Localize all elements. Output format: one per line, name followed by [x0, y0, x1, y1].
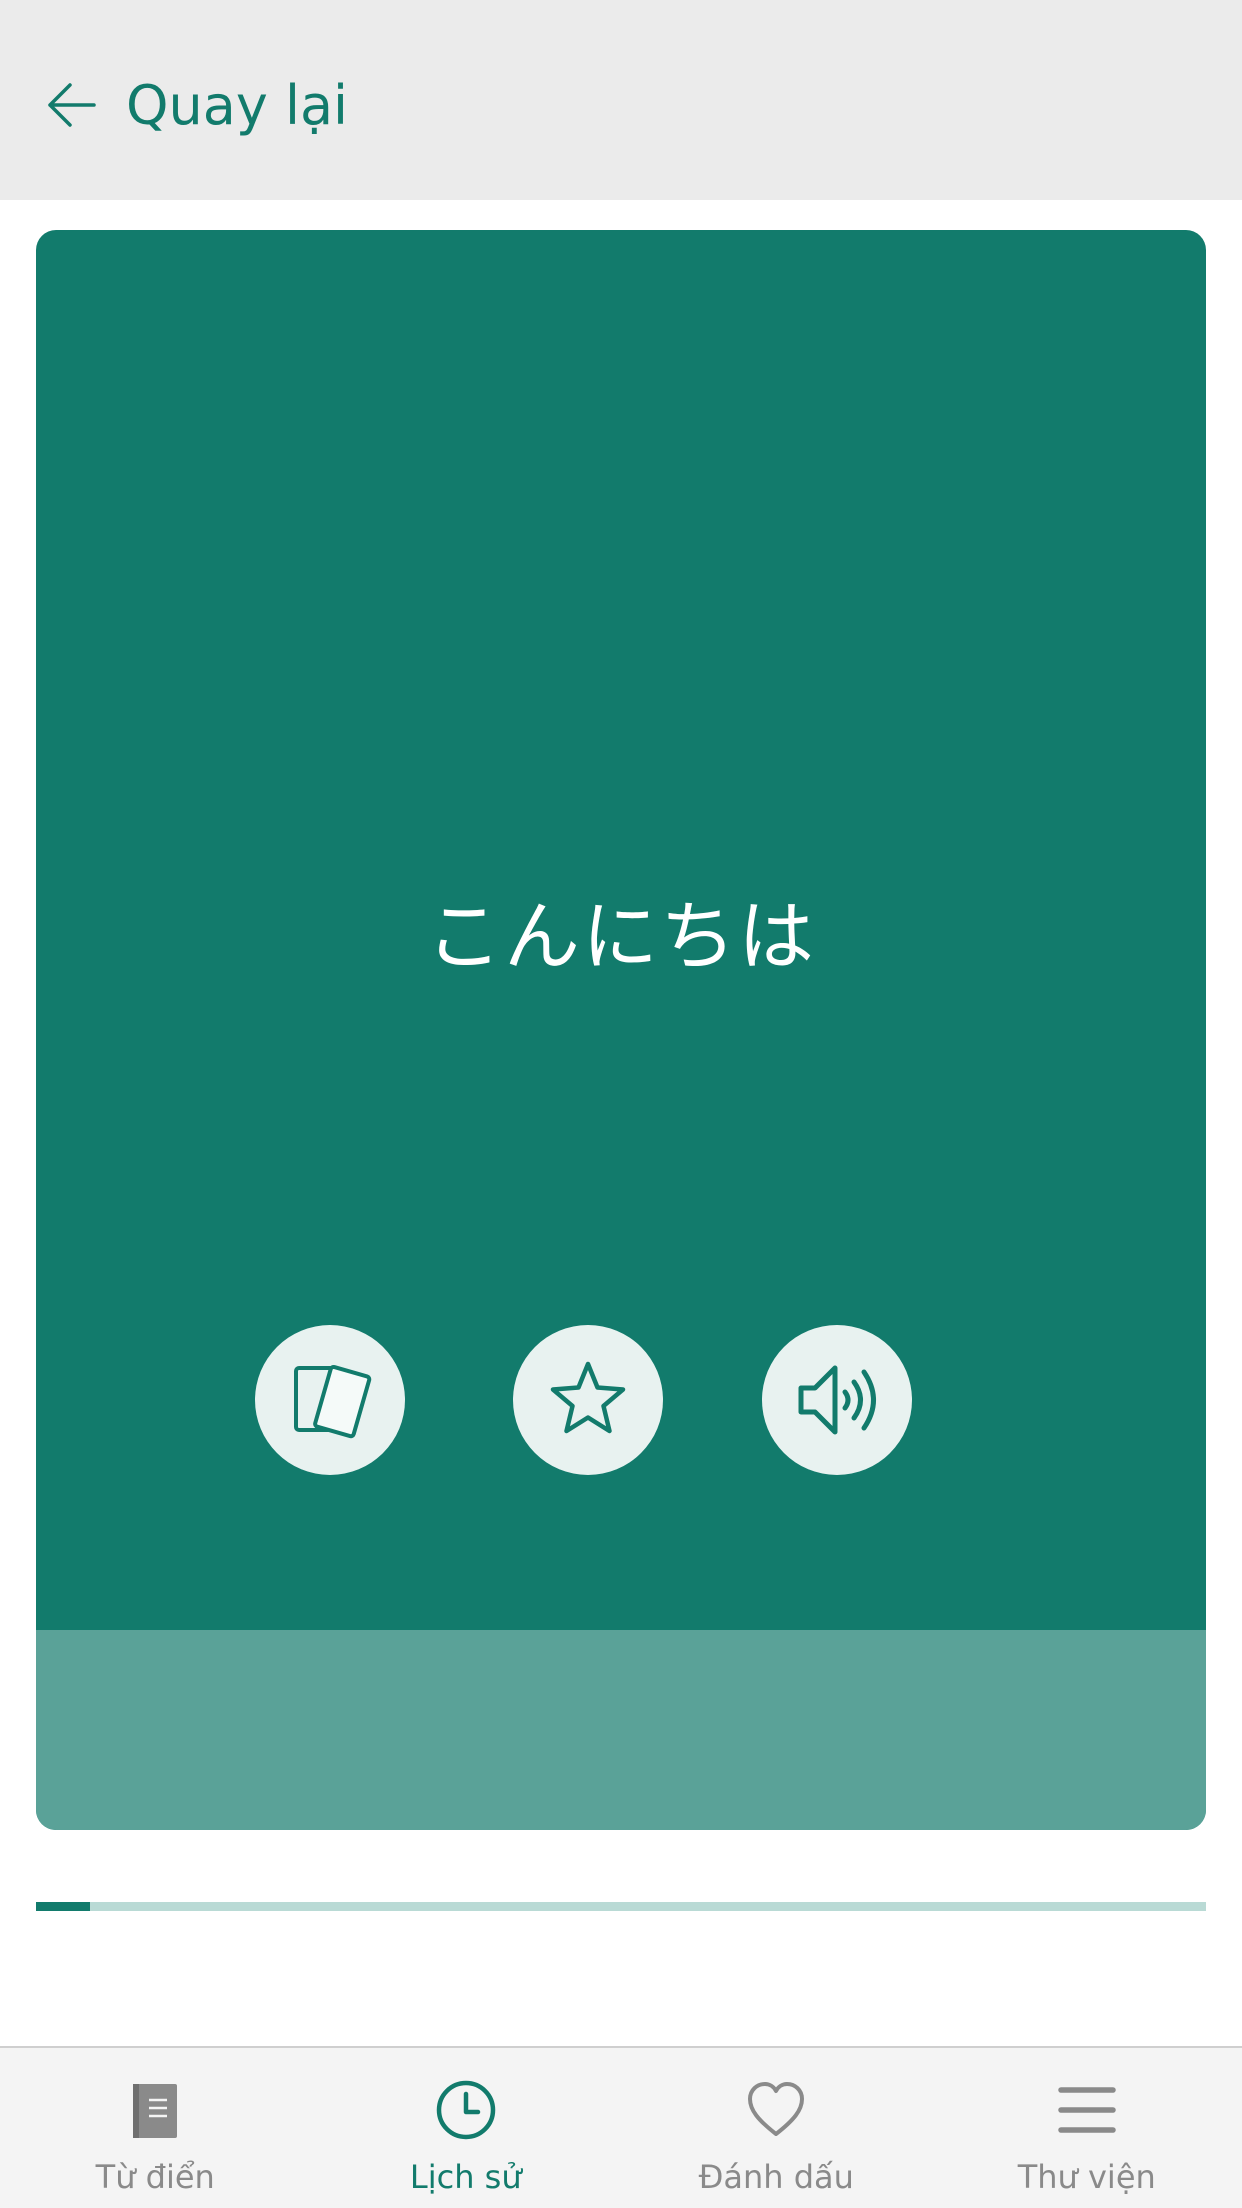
tab-bookmarks[interactable]: Đánh dấu: [621, 2048, 932, 2208]
flip-cards-icon: [294, 1364, 372, 1439]
tab-label: Thư viện: [1017, 2158, 1156, 2196]
play-sound-button[interactable]: [762, 1325, 912, 1475]
tab-library[interactable]: Thư viện: [932, 2048, 1242, 2208]
clock-icon: [436, 2080, 495, 2140]
flip-card-button[interactable]: [255, 1325, 405, 1475]
speaker-icon: [798, 1365, 876, 1435]
progress-fill: [36, 1902, 90, 1911]
heart-icon: [748, 2082, 805, 2136]
back-button[interactable]: Quay lại: [44, 70, 348, 140]
top-bar: Quay lại: [0, 0, 1242, 200]
card-bottom-panel: [36, 1630, 1206, 1830]
progress-bar: [36, 1902, 1206, 1911]
menu-icon: [1058, 2087, 1116, 2133]
book-icon: [133, 2084, 178, 2138]
tab-history[interactable]: Lịch sử: [311, 2048, 622, 2208]
flashcard[interactable]: こんにちは: [36, 230, 1206, 1830]
star-icon: [550, 1361, 626, 1434]
bookmark-star-button[interactable]: [513, 1325, 663, 1475]
tab-label: Từ điển: [95, 2158, 215, 2196]
tab-dictionary[interactable]: Từ điển: [0, 2048, 311, 2208]
bottom-tab-bar: Từ điển Lịch sử Đánh dấu Thư viện: [0, 2046, 1242, 2208]
back-label: Quay lại: [126, 73, 349, 137]
tab-label: Đánh dấu: [698, 2158, 854, 2196]
tab-label: Lịch sử: [409, 2158, 522, 2196]
arrow-left-icon: [48, 83, 96, 127]
